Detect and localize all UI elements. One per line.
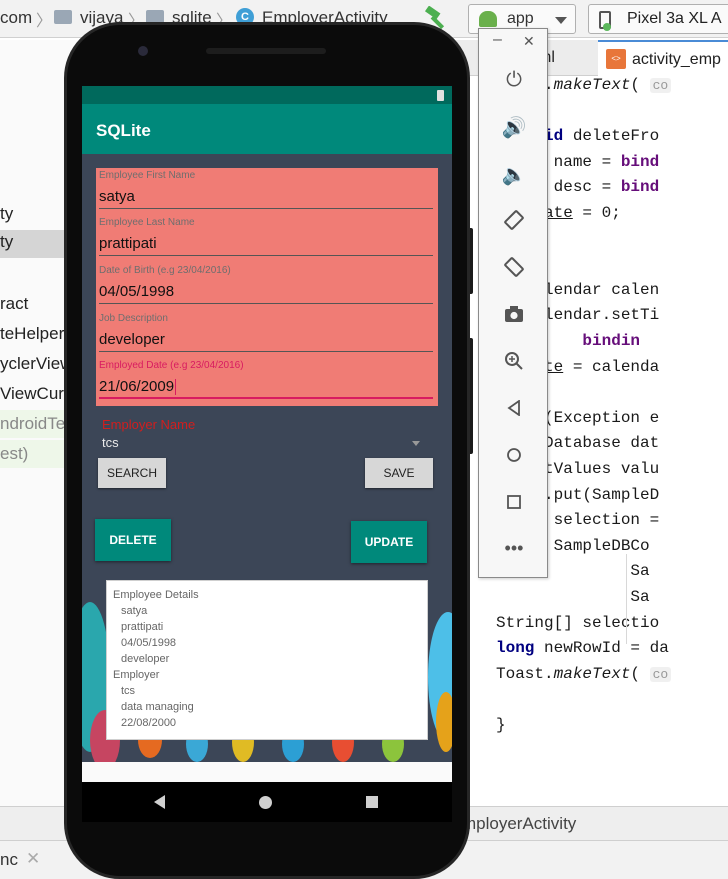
update-button[interactable]: UPDATE — [351, 521, 427, 563]
details-date-of-birth: 04/05/1998 — [121, 637, 177, 649]
back-icon[interactable] — [501, 395, 527, 421]
volume-down-icon[interactable]: 🔈 — [501, 161, 527, 187]
code-token: makeText — [553, 76, 631, 94]
code-token: = 0; — [572, 204, 621, 222]
code-token: bind — [620, 178, 660, 197]
rotate-right-icon[interactable] — [501, 254, 527, 280]
rotate-left-icon[interactable] — [501, 207, 527, 233]
code-token: (Exception e — [534, 408, 660, 427]
home-icon[interactable] — [501, 442, 527, 468]
recent-apps-icon[interactable] — [366, 796, 378, 808]
details-employer-date: 22/08/2000 — [121, 717, 177, 729]
android-status-bar — [82, 86, 452, 104]
employer-name-label: Employer Name — [102, 417, 196, 432]
code-token: ( — [630, 76, 650, 94]
employed-date-value: 21/06/2009 — [99, 378, 175, 395]
code-token: Toast. — [496, 664, 554, 683]
battery-icon — [437, 90, 444, 101]
first-name-label: Employee First Name — [99, 170, 196, 181]
zoom-icon[interactable] — [501, 348, 527, 374]
run-configuration-label: app — [507, 10, 534, 27]
details-employer-name: tcs — [121, 685, 136, 697]
home-icon[interactable] — [259, 796, 272, 809]
code-line: } — [496, 716, 506, 734]
search-button[interactable]: SEARCH — [98, 458, 166, 488]
dropdown-arrow-icon — [412, 441, 420, 446]
date-of-birth-input[interactable]: 04/05/1998 — [99, 282, 433, 304]
last-name-label: Employee Last Name — [99, 217, 195, 228]
code-line: long newRowId = da — [496, 639, 669, 657]
code-token: long — [496, 639, 545, 658]
first-name-input[interactable]: satya — [99, 187, 433, 209]
employee-details-card: Employee Details satya prattipati 04/05/… — [106, 580, 428, 740]
close-icon[interactable]: ✕ — [26, 849, 40, 869]
earpiece-speaker — [206, 48, 326, 54]
details-employer-heading: Employer — [113, 669, 160, 681]
save-button[interactable]: SAVE — [365, 458, 433, 488]
back-icon[interactable] — [154, 795, 165, 809]
code-token: bind — [620, 152, 660, 171]
details-last-name: prattipati — [121, 621, 164, 633]
code-token: bindin — [582, 332, 641, 350]
job-description-label: Job Description — [99, 313, 168, 324]
screen-bottom-strip — [82, 762, 452, 782]
breadcrumb-com[interactable]: com — [0, 8, 32, 28]
details-job: developer — [121, 653, 170, 665]
code-token: co — [649, 666, 672, 682]
code-token: makeText — [553, 664, 631, 683]
tab-activity-employer[interactable]: <> activity_emp — [598, 40, 728, 76]
tree-item[interactable]: ract — [0, 294, 28, 314]
code-token: String[] selectio — [496, 613, 660, 632]
employer-spinner-value: tcs — [102, 435, 119, 450]
app-title: SQLite — [96, 121, 151, 140]
code-line: String[] selectio — [496, 614, 659, 632]
details-employer-description: data managing — [121, 701, 194, 713]
tree-item[interactable]: ViewCur — [0, 384, 64, 404]
device-label: Pixel 3a XL A — [627, 10, 722, 27]
tree-item[interactable]: teHelper — [0, 324, 64, 344]
code-token: } — [496, 716, 506, 734]
run-tab-label[interactable]: nc — [0, 850, 18, 870]
decorative-bubble — [436, 692, 452, 752]
front-camera — [138, 46, 148, 56]
details-heading: Employee Details — [113, 589, 199, 601]
breadcrumb-separator: 〉 — [36, 13, 53, 30]
code-token: newRowId = da — [544, 639, 669, 658]
employee-form: Employee First Name satya Employee Last … — [96, 168, 438, 406]
delete-button[interactable]: DELETE — [95, 519, 171, 561]
code-token: = calenda — [563, 357, 660, 376]
more-options-icon[interactable]: ••• — [501, 535, 527, 561]
android-icon — [479, 11, 497, 27]
minimize-icon[interactable]: – — [493, 31, 502, 49]
employer-spinner[interactable]: tcs — [100, 434, 422, 454]
power-icon[interactable]: ⏻ — [501, 67, 527, 93]
employed-date-input[interactable]: 21/06/2009 — [99, 377, 433, 399]
last-name-input[interactable]: prattipati — [99, 234, 433, 256]
overview-icon[interactable] — [501, 489, 527, 515]
android-navigation-bar — [82, 782, 452, 822]
volume-up-icon[interactable]: 🔊 — [501, 114, 527, 140]
device-status-dot — [603, 23, 611, 31]
text-cursor — [175, 379, 177, 396]
code-token: deleteFro — [572, 127, 660, 146]
code-token: co — [649, 78, 672, 93]
close-icon[interactable]: ✕ — [523, 33, 535, 50]
folder-icon — [54, 10, 72, 24]
xml-file-icon: <> — [606, 49, 626, 69]
job-description-input[interactable]: developer — [99, 330, 433, 352]
employed-date-label: Employed Date (e.g 23/04/2016) — [99, 360, 244, 371]
date-of-birth-label: Date of Birth (e.g 23/04/2016) — [99, 265, 231, 276]
indent-guide — [626, 554, 627, 644]
tree-item[interactable]: yclerView — [0, 354, 72, 374]
camera-icon[interactable] — [501, 301, 527, 327]
code-line: Toast.makeText( co — [496, 664, 672, 683]
details-first-name: satya — [121, 605, 148, 617]
tab-activity-employer-label: activity_emp — [632, 51, 721, 68]
device-select[interactable]: Pixel 3a XL A — [588, 4, 728, 34]
emulator-toolbar: – ✕ ⏻ 🔊 🔈 ••• — [478, 28, 548, 578]
bottom-tab-employer-activity[interactable]: mployerActivity — [462, 814, 576, 834]
chevron-down-icon — [555, 17, 567, 24]
device-screen: SQLite Employee First Name satya Employe… — [82, 86, 452, 820]
code-token: ( — [630, 664, 650, 683]
